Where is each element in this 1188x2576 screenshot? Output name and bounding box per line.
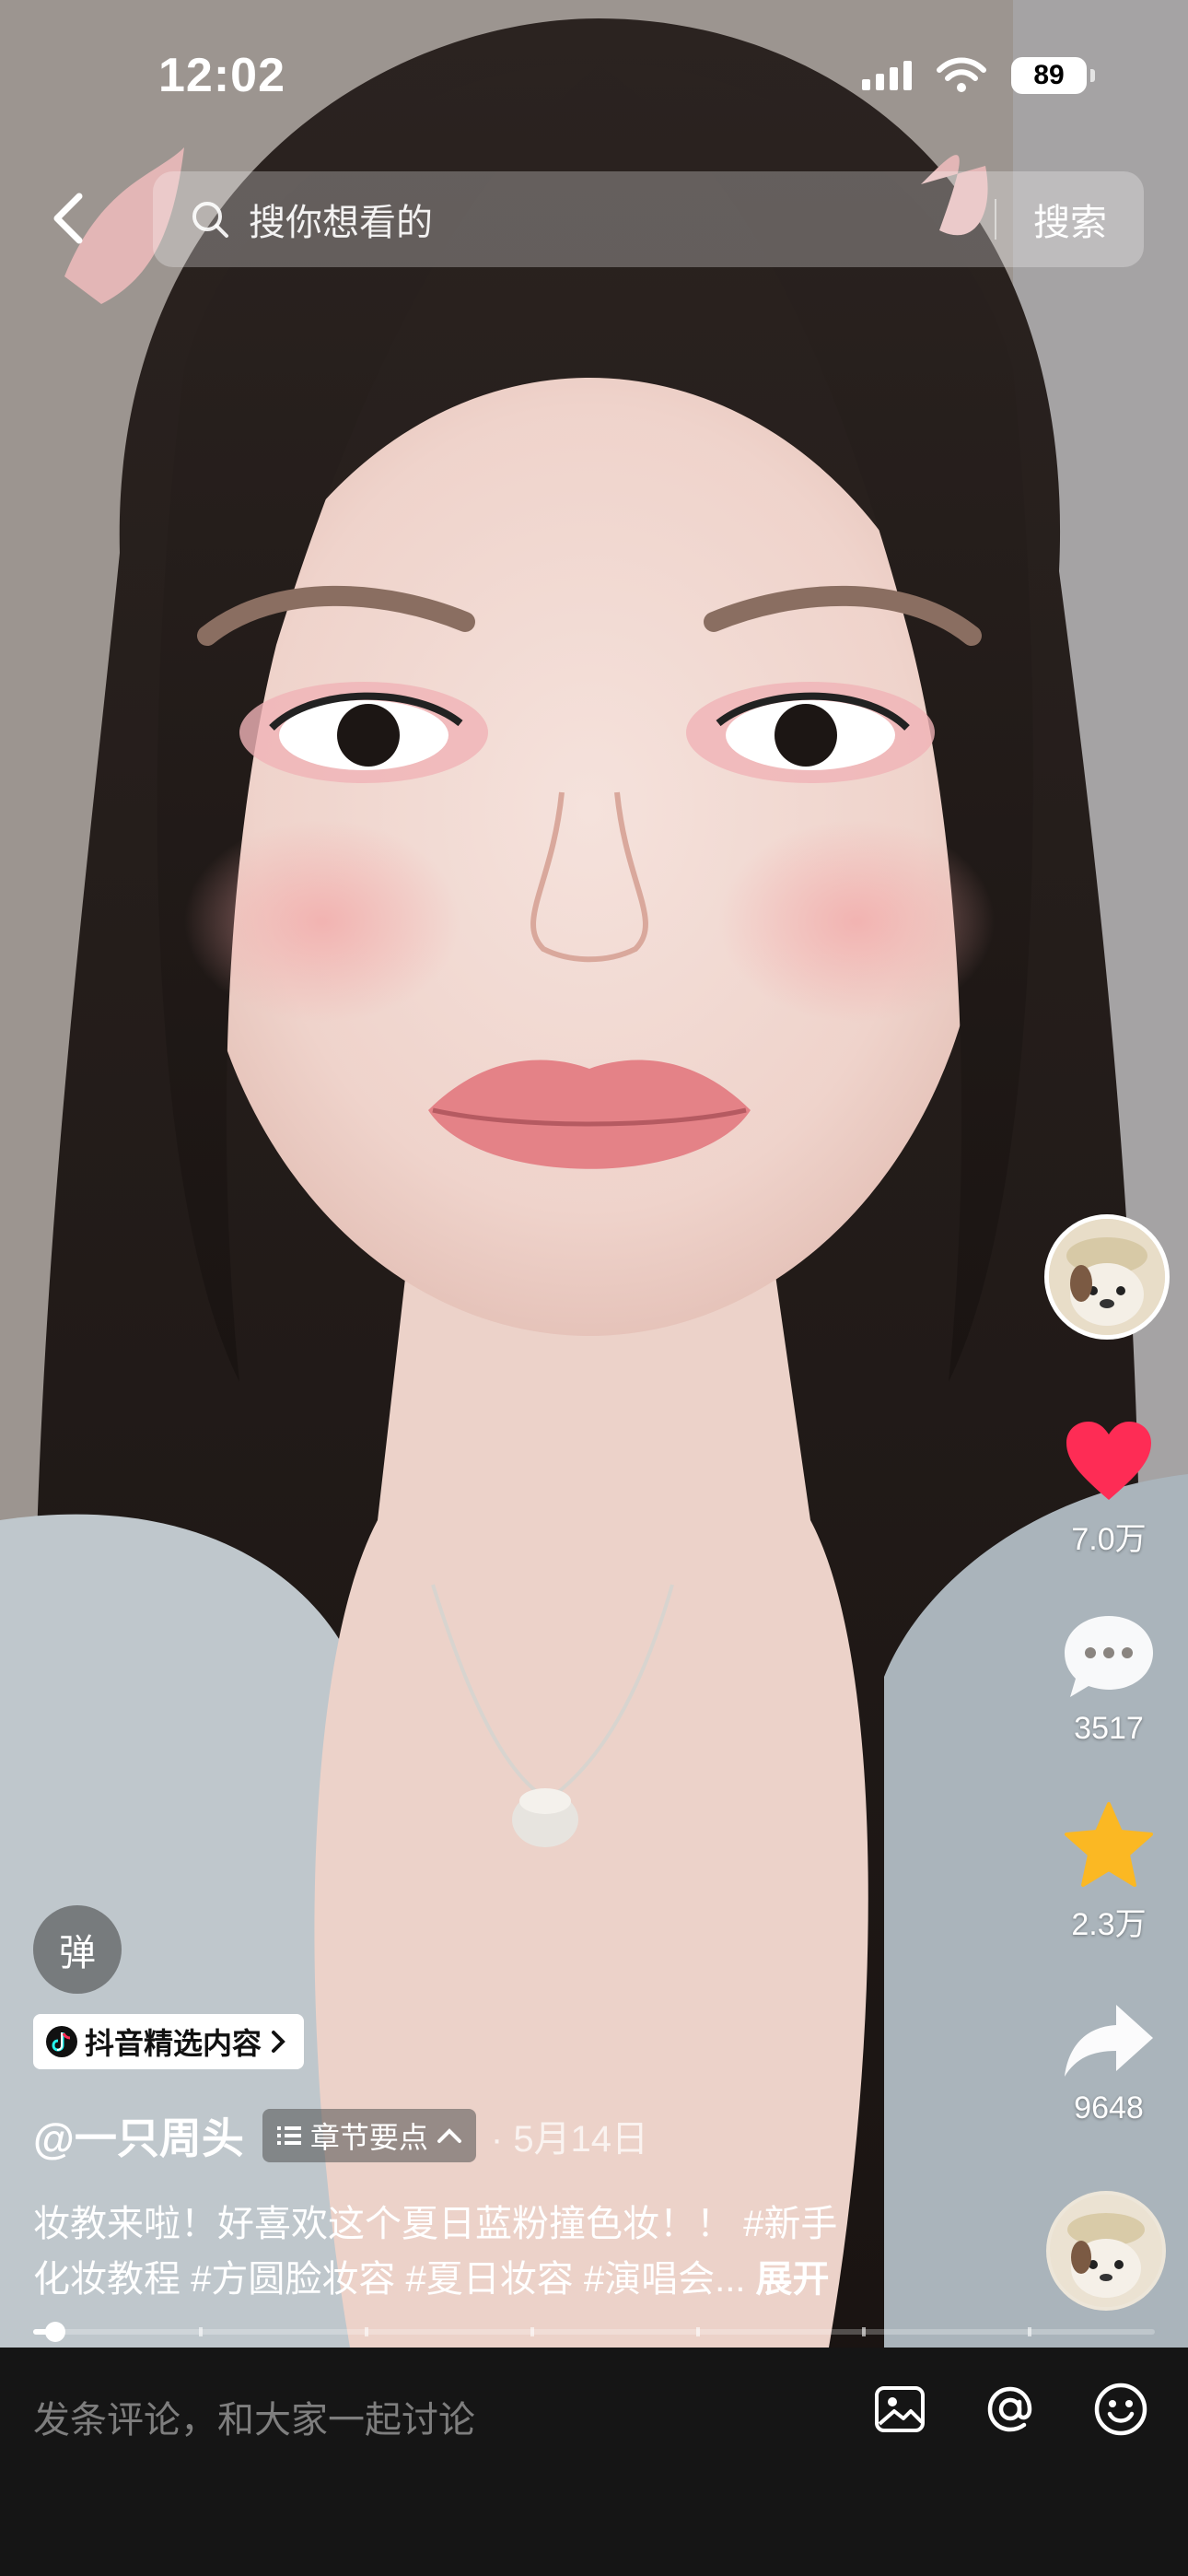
search-input[interactable]: 搜你想看的: [249, 193, 995, 246]
battery-indicator: 89: [1011, 57, 1095, 94]
author-row: @一只周头 章节要点 · 5月14日: [33, 2108, 648, 2163]
search-bar[interactable]: 搜你想看的 搜索: [153, 171, 1144, 267]
share-arrow-icon: [1065, 2005, 1153, 2077]
share-count: 9648: [1074, 2090, 1144, 2125]
video-frame-image: [0, 0, 1188, 2348]
smiley-icon: [1094, 2383, 1147, 2436]
danmu-toggle-button[interactable]: 弹: [33, 1905, 122, 1994]
music-disc-image: [1050, 2195, 1162, 2307]
author-avatar[interactable]: [1044, 1214, 1170, 1340]
video-player[interactable]: [0, 0, 1188, 2348]
featured-badge-label: 抖音精选内容: [85, 2027, 262, 2060]
chapter-marker: [1028, 2327, 1031, 2336]
chevron-right-icon: [272, 2031, 285, 2053]
image-button[interactable]: [868, 2377, 932, 2441]
comment-icon: [1065, 1616, 1153, 1697]
image-icon: [875, 2386, 925, 2432]
search-icon: [192, 202, 228, 238]
caption-line-2: 化妆教程 #方圆脸妆容 #夏日妆容 #演唱会...: [33, 2259, 746, 2300]
comment-count: 3517: [1074, 1711, 1144, 1746]
like-button[interactable]: 7.0万: [1044, 1419, 1173, 1559]
comment-button[interactable]: 3517: [1044, 1610, 1173, 1747]
video-progress-bar[interactable]: [33, 2322, 1155, 2342]
comment-input[interactable]: 发条评论，和大家一起讨论: [33, 2390, 475, 2443]
chapter-marker: [365, 2327, 368, 2336]
mention-button[interactable]: [978, 2377, 1042, 2441]
post-date: · 5月14日: [490, 2119, 649, 2160]
chevron-left-icon: [53, 193, 83, 244]
caption-line-1: 妆教来啦！好喜欢这个夏日蓝粉撞色妆！！ #新手: [33, 2204, 838, 2244]
chapter-points-label: 章节要点: [309, 2121, 428, 2154]
chapter-marker: [696, 2327, 700, 2336]
like-count: 7.0万: [1071, 1522, 1147, 1557]
douyin-logo-icon: [46, 2026, 77, 2057]
author-name[interactable]: @一只周头: [33, 2105, 244, 2166]
featured-content-badge[interactable]: 抖音精选内容: [33, 2014, 305, 2069]
progress-scrubber[interactable]: [45, 2322, 65, 2342]
at-sign-icon: [987, 2386, 1032, 2432]
expand-caption-button[interactable]: 展开: [756, 2259, 830, 2300]
chapter-marker: [199, 2327, 203, 2336]
comment-bar: 发条评论，和大家一起讨论: [0, 2348, 1188, 2576]
chapter-marker: [862, 2327, 866, 2336]
danmu-label: 弹: [59, 1933, 96, 1973]
chapter-points-button[interactable]: 章节要点: [262, 2109, 476, 2162]
cellular-signal-icon: [862, 61, 912, 90]
back-button[interactable]: [39, 189, 98, 248]
chapter-marker: [530, 2327, 534, 2336]
music-disc-avatar[interactable]: [1046, 2191, 1166, 2311]
emoji-button[interactable]: [1089, 2377, 1153, 2441]
video-caption[interactable]: 妆教来啦！好喜欢这个夏日蓝粉撞色妆！！ #新手 化妆教程 #方圆脸妆容 #夏日妆…: [33, 2196, 954, 2307]
favorite-button[interactable]: 2.3万: [1044, 1800, 1173, 1944]
favorite-count: 2.3万: [1071, 1907, 1147, 1942]
share-button[interactable]: 9648: [1044, 2001, 1173, 2126]
list-icon: [276, 2126, 301, 2145]
status-time: 12:02: [158, 49, 285, 102]
wifi-icon: [937, 57, 986, 92]
status-indicators: 89: [862, 57, 1095, 94]
search-button[interactable]: 搜索: [996, 193, 1144, 246]
author-avatar-image: [1049, 1219, 1165, 1335]
heart-icon: [1066, 1422, 1151, 1500]
chevron-up-icon: [437, 2128, 461, 2143]
star-icon: [1065, 1802, 1153, 1887]
post-date-value: 5月14日: [513, 2119, 649, 2160]
